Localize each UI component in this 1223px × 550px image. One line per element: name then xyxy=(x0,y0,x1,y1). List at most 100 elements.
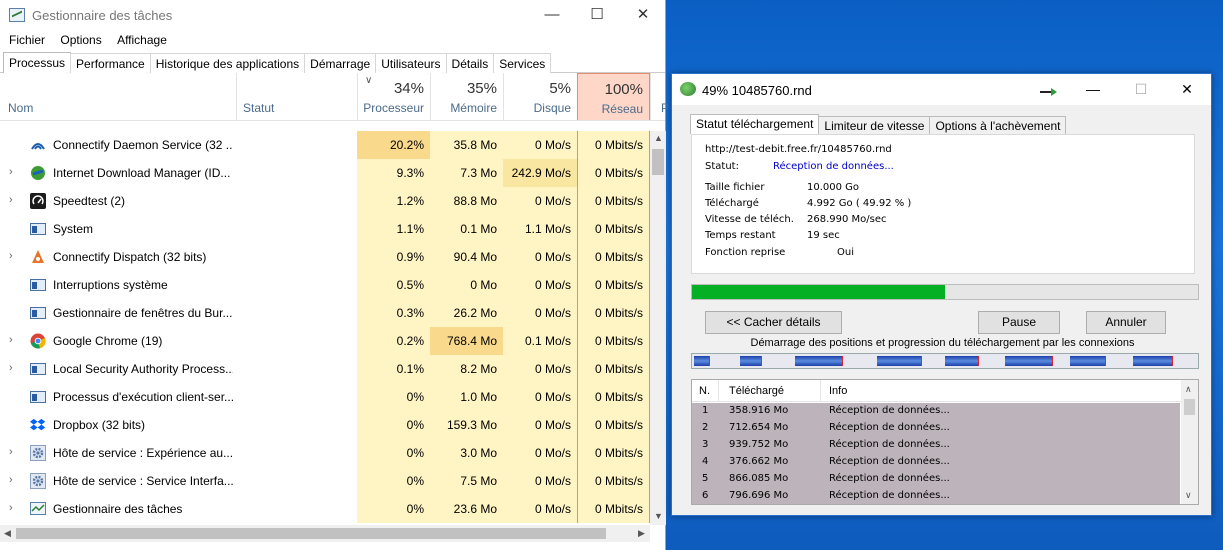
tab-processus[interactable]: Processus xyxy=(3,52,72,73)
column-status-label: Statut xyxy=(243,101,275,115)
tab-details[interactable]: Détails xyxy=(445,53,495,73)
expand-chevron-icon[interactable]: › xyxy=(9,474,13,486)
tab-options-achevement[interactable]: Options à l'achèvement xyxy=(929,116,1067,134)
disk-value: 0 Mo/s xyxy=(503,411,577,439)
vertical-scrollbar[interactable]: ▲ ▼ xyxy=(650,131,666,525)
memory-value: 88.8 Mo xyxy=(430,187,503,215)
network-value: 0 Mbits/s xyxy=(577,299,650,327)
list-item[interactable]: 6 796.696 Mo Réception de données... xyxy=(692,488,1180,505)
close-button[interactable]: ✕ xyxy=(628,4,658,26)
expand-chevron-icon[interactable]: › xyxy=(9,194,13,206)
tab-demarrage[interactable]: Démarrage xyxy=(304,53,377,73)
idm-close-button[interactable]: ✕ xyxy=(1172,78,1202,100)
menu-fichier[interactable]: Fichier xyxy=(3,30,51,50)
list-scroll-thumb[interactable] xyxy=(1184,399,1195,415)
table-row[interactable]: › Speedtest (2) 1.2% 88.8 Mo 0 Mo/s 0 Mbits/s xyxy=(0,187,650,215)
tab-utilisateurs[interactable]: Utilisateurs xyxy=(375,53,447,73)
window-manager-icon xyxy=(30,305,46,321)
file-size-label: Taille fichier xyxy=(705,182,765,193)
maximize-button[interactable]: ☐ xyxy=(582,4,612,26)
table-row[interactable]: Gestionnaire de fenêtres du Bur... 0.3% 26… xyxy=(0,299,650,327)
scroll-down-icon[interactable]: ▼ xyxy=(654,511,663,521)
column-status[interactable]: Statut xyxy=(236,73,357,120)
column-more[interactable]: P xyxy=(650,73,669,120)
table-row[interactable]: Connectify Daemon Service (32 ... 20.2% 35… xyxy=(0,131,650,159)
disk-value: 0 Mo/s xyxy=(503,271,577,299)
column-disk[interactable]: 5% Disque xyxy=(503,73,577,120)
expand-chevron-icon[interactable]: › xyxy=(9,334,13,346)
table-row[interactable]: › Connectify Dispatch (32 bits) 0.9% 90.4 M… xyxy=(0,243,650,271)
cpu-value: 0.1% xyxy=(357,355,430,383)
expand-chevron-icon[interactable]: › xyxy=(9,166,13,178)
list-item[interactable]: 5 866.085 Mo Réception de données... xyxy=(692,471,1180,488)
header-downloaded[interactable]: Téléchargé xyxy=(729,385,784,397)
connection-number: 2 xyxy=(702,422,709,433)
hide-details-button[interactable]: << Cacher détails xyxy=(705,311,842,334)
gear-icon xyxy=(30,473,46,489)
downloaded-value: 4.992 Go ( 49.92 % ) xyxy=(807,198,912,209)
title-bar[interactable]: Gestionnaire des tâches — ☐ ✕ xyxy=(0,0,665,30)
list-item[interactable]: 3 939.752 Mo Réception de données... xyxy=(692,437,1180,454)
memory-value: 90.4 Mo xyxy=(430,243,503,271)
minimize-button[interactable]: — xyxy=(537,4,567,26)
memory-value: 7.3 Mo xyxy=(430,159,503,187)
expand-chevron-icon[interactable]: › xyxy=(9,502,13,514)
table-row[interactable]: › Google Chrome (19) 0.2% 768.4 Mo 0.1 Mo/s 0… xyxy=(0,327,650,355)
list-item[interactable]: 4 376.662 Mo Réception de données... xyxy=(692,454,1180,471)
process-name: Interruptions système xyxy=(53,278,168,292)
table-row[interactable]: Dropbox (32 bits) 0% 159.3 Mo 0 Mo/s 0 Mbits… xyxy=(0,411,650,439)
tab-services[interactable]: Services xyxy=(493,53,552,73)
resume-value: Oui xyxy=(837,247,854,258)
status-label: Statut: xyxy=(705,161,739,172)
network-value: 0 Mbits/s xyxy=(577,411,650,439)
expand-chevron-icon[interactable]: › xyxy=(9,446,13,458)
table-row[interactable]: › Local Security Authority Process... 0.1%… xyxy=(0,355,650,383)
tab-statut-telechargement[interactable]: Statut téléchargement xyxy=(690,114,820,134)
column-cpu[interactable]: ∨ 34% Processeur xyxy=(357,73,430,120)
column-name[interactable]: Nom xyxy=(0,73,236,120)
list-scrollbar[interactable]: ∧ ∨ xyxy=(1181,380,1198,504)
disk-value: 1.1 Mo/s xyxy=(503,215,577,243)
column-memory[interactable]: 35% Mémoire xyxy=(430,73,503,120)
table-row[interactable]: Interruptions système 0.5% 0 Mo 0 Mo/s 0 Mbi… xyxy=(0,271,650,299)
header-number[interactable]: N. xyxy=(699,385,710,397)
expand-chevron-icon[interactable]: › xyxy=(9,250,13,262)
scroll-left-icon[interactable]: ◀ xyxy=(4,528,11,539)
idm-minimize-button[interactable]: — xyxy=(1078,78,1108,100)
header-info[interactable]: Info xyxy=(829,385,847,397)
table-row[interactable]: System 1.1% 0.1 Mo 1.1 Mo/s 0 Mbits/s xyxy=(0,215,650,243)
hscroll-thumb[interactable] xyxy=(16,528,606,539)
cpu-value: 0% xyxy=(357,439,430,467)
download-info-panel: http://test-debit.free.fr/10485760.rnd S… xyxy=(691,134,1195,274)
list-item[interactable]: 1 358.916 Mo Réception de données... xyxy=(692,403,1180,420)
list-scroll-down-icon[interactable]: ∨ xyxy=(1185,490,1192,501)
scroll-up-icon[interactable]: ▲ xyxy=(654,133,663,143)
idm-title-bar[interactable]: 49% 10485760.rnd — ☐ ✕ xyxy=(672,74,1211,105)
idm-maximize-button[interactable]: ☐ xyxy=(1126,78,1156,100)
horizontal-scrollbar[interactable]: ◀ ▶ xyxy=(0,525,650,542)
disk-value: 0 Mo/s xyxy=(503,299,577,327)
tab-performance[interactable]: Performance xyxy=(70,53,151,73)
list-item[interactable]: 2 712.654 Mo Réception de données... xyxy=(692,420,1180,437)
table-row[interactable]: › Hôte de service : Expérience au... 0% 3.0… xyxy=(0,439,650,467)
sort-chevron-icon: ∨ xyxy=(365,75,373,86)
tab-historique[interactable]: Historique des applications xyxy=(149,53,306,73)
scroll-right-icon[interactable]: ▶ xyxy=(638,528,645,539)
menu-affichage[interactable]: Affichage xyxy=(111,30,173,50)
table-row[interactable]: Processus d'exécution client-ser... 0% 1.0… xyxy=(0,383,650,411)
pause-button[interactable]: Pause xyxy=(978,311,1060,334)
tab-limiteur-vitesse[interactable]: Limiteur de vitesse xyxy=(818,116,931,134)
column-network[interactable]: 100% Réseau xyxy=(577,73,650,120)
scroll-thumb[interactable] xyxy=(652,149,664,175)
cpu-value: 0.5% xyxy=(357,271,430,299)
list-scroll-up-icon[interactable]: ∧ xyxy=(1185,384,1192,395)
connectify-dispatch-icon xyxy=(30,249,46,265)
connections-progress-bar xyxy=(691,353,1199,369)
cancel-button[interactable]: Annuler xyxy=(1086,311,1166,334)
table-row[interactable]: › Internet Download Manager (ID... 9.3% 7.3… xyxy=(0,159,650,187)
expand-chevron-icon[interactable]: › xyxy=(9,362,13,374)
menu-options[interactable]: Options xyxy=(54,30,107,50)
table-row[interactable]: › Hôte de service : Service Interfa... 0% 7… xyxy=(0,467,650,495)
chrome-icon xyxy=(30,333,46,349)
table-row[interactable]: › Gestionnaire des tâches 0% 23.6 Mo 0 Mo/s 0… xyxy=(0,495,650,523)
